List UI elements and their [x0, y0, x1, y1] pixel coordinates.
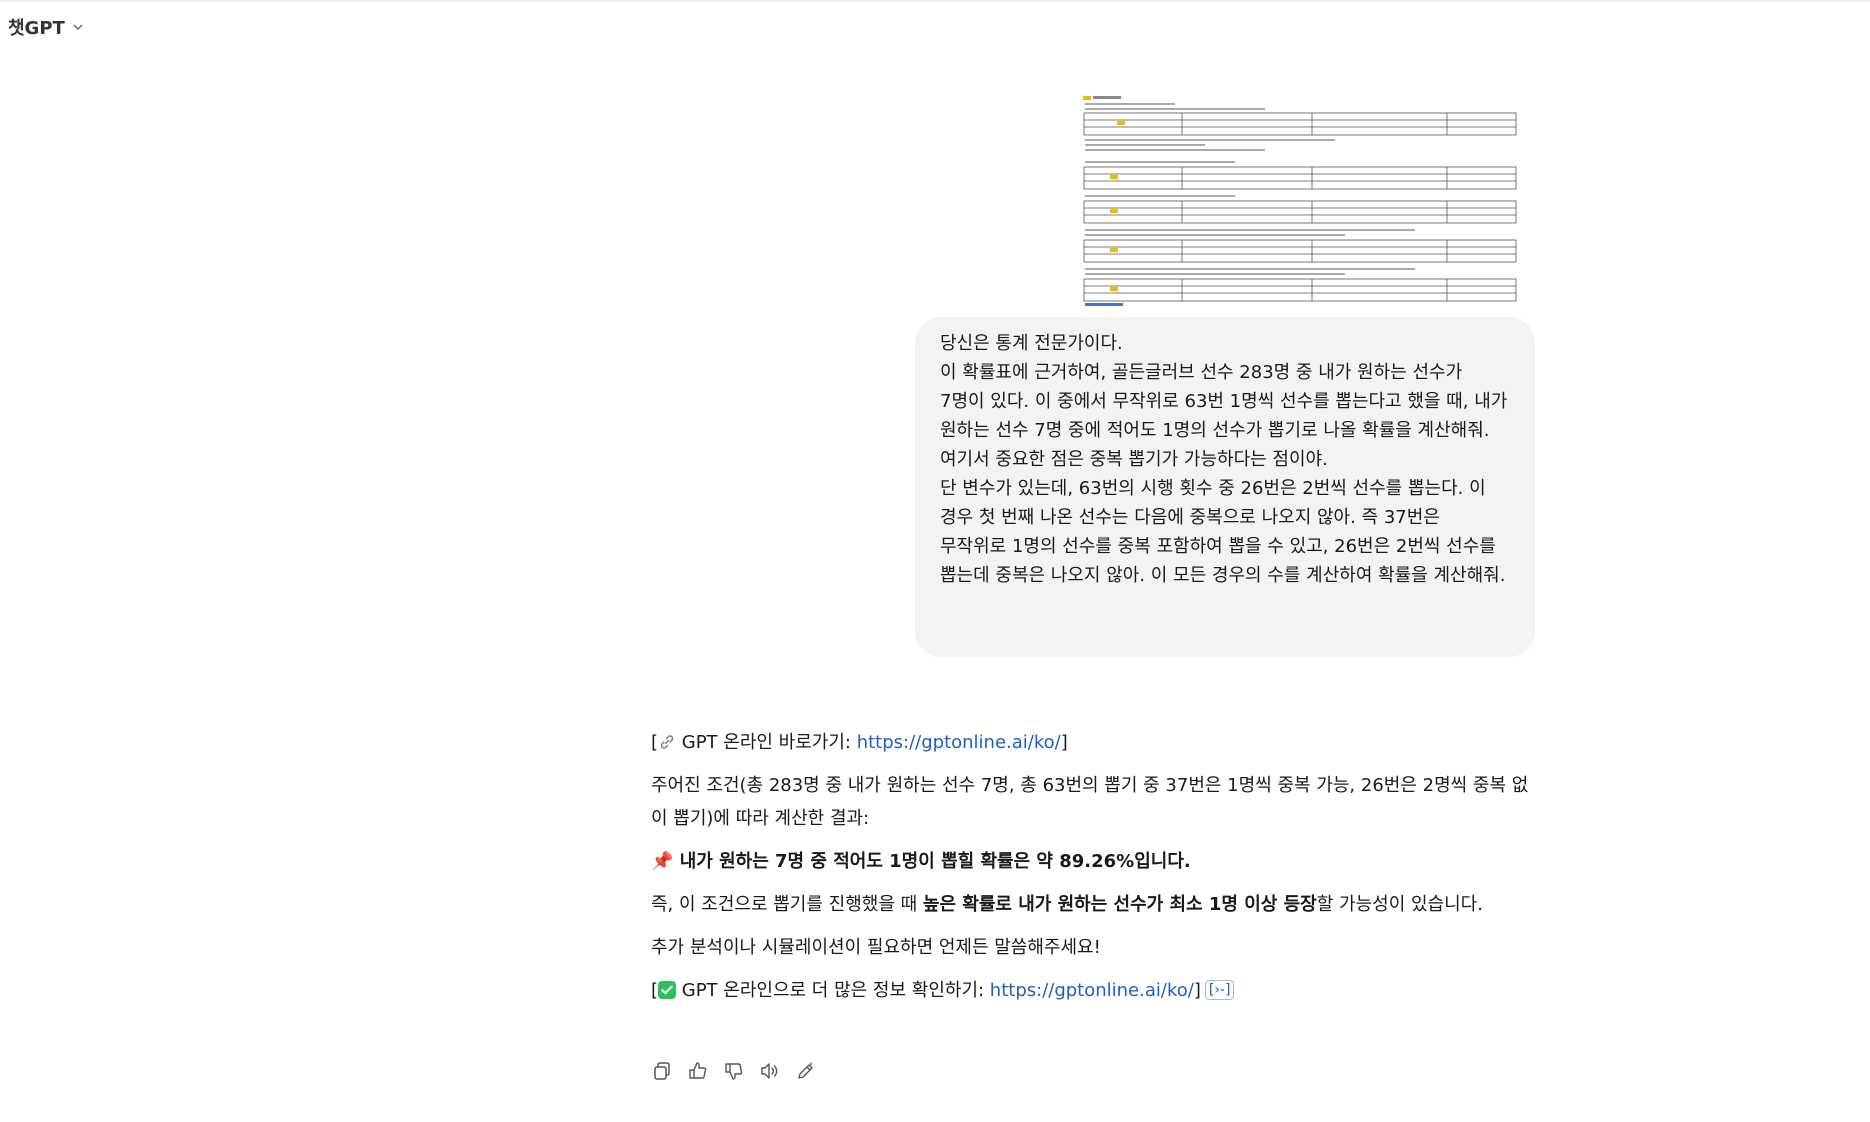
thumbs-up-icon [689, 1062, 707, 1079]
edit-button[interactable] [795, 1060, 817, 1082]
shortcut-label: GPT 온라인 바로가기: [676, 732, 857, 753]
attached-image[interactable] [1082, 93, 1518, 309]
thumbs-down-icon [725, 1063, 743, 1080]
dislike-button[interactable] [723, 1060, 745, 1082]
message-actions [651, 1060, 817, 1082]
copy-button[interactable] [651, 1060, 673, 1082]
probability-table-thumbnail [1082, 93, 1518, 309]
offer-text: 추가 분석이나 시뮬레이션이 필요하면 언제든 말씀해주세요! [651, 937, 1101, 958]
speaker-icon [761, 1063, 778, 1079]
user-message-line: 이 확률표에 근거하여, 골든글러브 선수 283명 중 내가 원하는 선수가 … [940, 362, 1508, 470]
copy-icon [654, 1062, 670, 1080]
summary-text: 주어진 조건(총 283명 중 내가 원하는 선수 7명, 총 63번의 뽑기 … [651, 775, 1529, 829]
user-message-bubble: 당신은 통계 전문가이다. 이 확률표에 근거하여, 골든글러브 선수 283명… [915, 317, 1535, 657]
check-mark-icon [658, 981, 677, 999]
more-info-line: [ GPT 온라인으로 더 많은 정보 확인하기: https://gptonl… [651, 974, 1531, 1007]
model-selector[interactable]: 챗GPT [8, 12, 85, 42]
like-button[interactable] [687, 1060, 709, 1082]
user-message-line: 당신은 통계 전문가이다. [940, 333, 1123, 354]
chevron-down-icon [73, 24, 83, 31]
edit-icon [798, 1062, 813, 1079]
pushpin-icon: 📌 [651, 851, 674, 872]
bracket-open: [ [651, 732, 659, 753]
bracket-close: ] [1060, 732, 1068, 753]
model-name: 챗GPT [8, 18, 65, 39]
bracket-close: ] [1193, 980, 1201, 1001]
user-message-line: 단 변수가 있는데, 63번의 시행 횟수 중 26번은 2번씩 선수를 뽑는다… [940, 478, 1506, 586]
link-icon [660, 735, 674, 749]
top-divider [0, 0, 1870, 2]
read-aloud-button[interactable] [759, 1060, 781, 1082]
result-line: 📌 내가 원하는 7명 중 적어도 1명이 뽑힐 확률은 약 89.26%입니다… [651, 845, 1531, 878]
conclusion-pre: 즉, 이 조건으로 뽑기를 진행했을 때 [651, 894, 923, 915]
citation-badge[interactable]: [›-] [1204, 980, 1235, 1000]
conclusion-bold: 높은 확률로 내가 원하는 선수가 최소 1명 이상 등장 [922, 894, 1317, 915]
result-text: 내가 원하는 7명 중 적어도 1명이 뽑힐 확률은 약 89.26%입니다. [679, 851, 1191, 872]
more-info-link[interactable]: https://gptonline.ai/ko/ [990, 980, 1194, 1001]
shortcut-line: [ GPT 온라인 바로가기: https://gptonline.ai/ko/… [651, 726, 1531, 759]
assistant-message: [ GPT 온라인 바로가기: https://gptonline.ai/ko/… [651, 726, 1531, 1017]
more-info-label: GPT 온라인으로 더 많은 정보 확인하기: [676, 980, 990, 1001]
shortcut-link[interactable]: https://gptonline.ai/ko/ [857, 732, 1061, 753]
conclusion-text: 즉, 이 조건으로 뽑기를 진행했을 때 높은 확률로 내가 원하는 선수가 최… [651, 888, 1531, 921]
conclusion-post: 할 가능성이 있습니다. [1316, 894, 1483, 915]
bracket-open: [ [651, 980, 659, 1001]
